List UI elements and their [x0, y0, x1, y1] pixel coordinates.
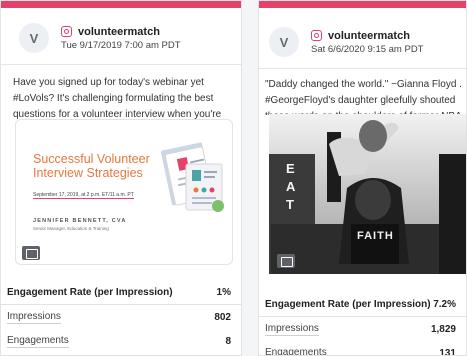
promo-role: Senior Manager, Education & Training [33, 226, 109, 231]
post-media[interactable]: Successful Volunteer Interview Strategie… [15, 119, 233, 265]
promo-title: Successful Volunteer Interview Strategie… [33, 152, 150, 180]
post-date: Tue 9/17/2019 7:00 am PDT [61, 39, 181, 51]
stat-header-value: 1% [216, 287, 231, 298]
stat-value-engagements: 131 [439, 347, 456, 356]
post-date: Sat 6/6/2020 9:15 am PDT [311, 43, 424, 55]
stat-label-engagements[interactable]: Engagements [265, 347, 327, 356]
stat-header-row: Engagement Rate (per Impression) 7.2% [259, 293, 466, 317]
promo-date: September 17, 2019, at 2 p.m. ET/11 a.m.… [33, 192, 134, 199]
instagram-icon [61, 26, 72, 37]
instagram-icon [311, 30, 322, 41]
account-name[interactable]: volunteermatch [78, 26, 160, 38]
card-accent-bar [259, 1, 466, 8]
photo-illustration [269, 114, 466, 274]
stat-row: Impressions 1,829 [259, 317, 466, 341]
stat-header-label: Engagement Rate (per Impression) [265, 299, 431, 310]
avatar: V [19, 23, 49, 53]
stat-label-engagements[interactable]: Engagements [7, 335, 69, 348]
post-text: "Daddy changed the world." ~Gianna Floyd… [265, 79, 462, 115]
post-card-2[interactable]: V volunteermatch Sat 6/6/2020 9:15 am PD… [258, 0, 467, 356]
stat-header-row: Engagement Rate (per Impression) 1% [1, 281, 241, 305]
engagement-stats: Engagement Rate (per Impression) 7.2% Im… [259, 293, 466, 356]
stat-label-impressions[interactable]: Impressions [265, 323, 319, 336]
account-name[interactable]: volunteermatch [328, 30, 410, 42]
resume-clipboard-illustration [161, 142, 224, 212]
stat-header-value: 7.2% [433, 299, 456, 310]
post-card-1[interactable]: V volunteermatch Tue 9/17/2019 7:00 am P… [0, 0, 242, 356]
post-media[interactable]: FAITH EAT [269, 114, 466, 274]
promo-person: JENNIFER BENNETT, CVA [33, 218, 127, 224]
avatar: V [269, 27, 299, 57]
engagement-stats: Engagement Rate (per Impression) 1% Impr… [1, 281, 241, 353]
stat-row: Impressions 802 [1, 305, 241, 329]
stat-row: Engagements 8 [1, 329, 241, 353]
stat-row: Engagements 131 [259, 341, 466, 356]
wall-text: EAT [286, 161, 296, 212]
stat-header-label: Engagement Rate (per Impression) [7, 287, 173, 298]
stat-value-impressions: 1,829 [430, 323, 456, 335]
post-header: V volunteermatch Tue 9/17/2019 7:00 am P… [1, 8, 241, 58]
post-text: Have you signed up for today's webinar y… [13, 77, 222, 120]
post-header: V volunteermatch Sat 6/6/2020 9:15 am PD… [259, 8, 466, 62]
stat-value-engagements: 8 [225, 335, 231, 347]
stat-value-impressions: 802 [214, 311, 231, 323]
card-accent-bar [1, 1, 241, 8]
shirt-text: FAITH [357, 230, 394, 242]
image-icon [22, 246, 40, 260]
stat-label-impressions[interactable]: Impressions [7, 311, 61, 324]
image-icon [277, 254, 295, 268]
